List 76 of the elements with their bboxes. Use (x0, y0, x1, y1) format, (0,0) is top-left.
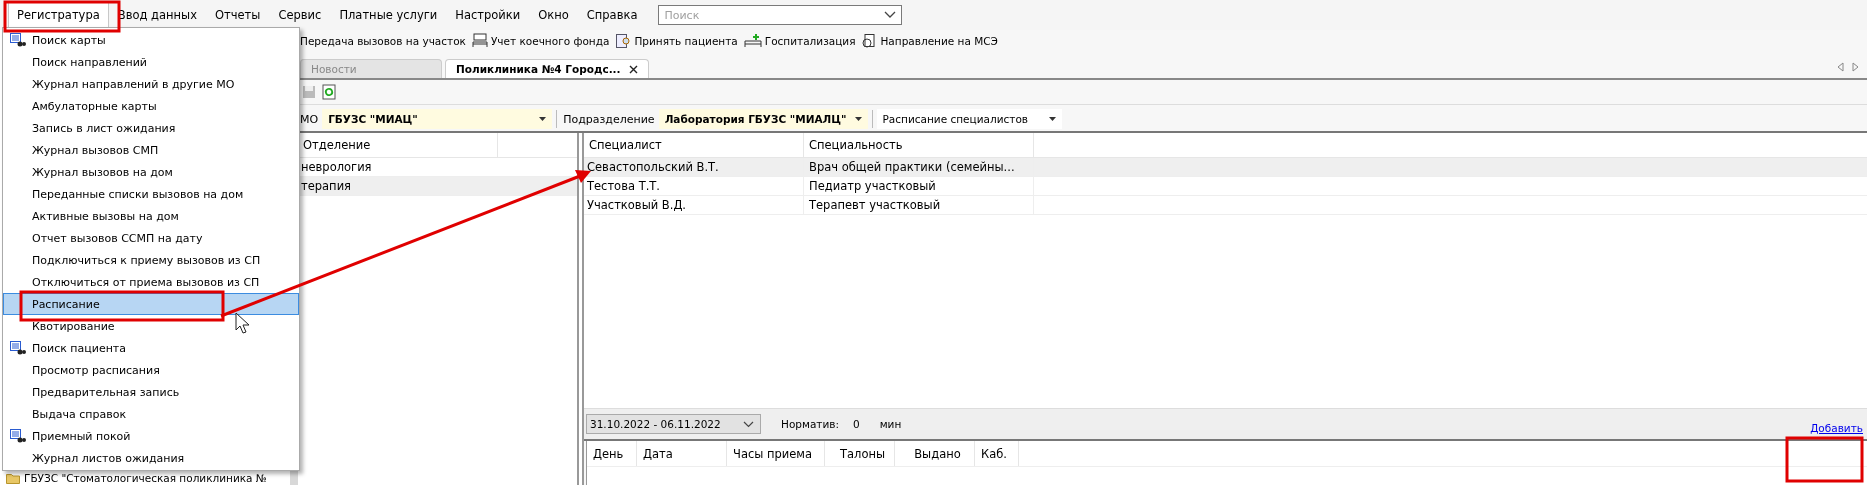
menu-item[interactable]: Поиск пациента (3, 337, 299, 359)
toolbar-button[interactable]: Госпитализация (743, 33, 856, 49)
menu-item[interactable]: Запись в лист ожидания (3, 117, 299, 139)
document-search-icon (615, 33, 632, 49)
menu-item[interactable]: Отчет вызовов ССМП на дату (3, 227, 299, 249)
unit-dropdown[interactable]: Лаборатория ГБУЗС "МИАЛЦ" (658, 109, 868, 129)
table-cell[interactable]: Участковый В.Д. (584, 196, 804, 214)
menu-item[interactable]: Справка (577, 2, 647, 28)
add-link[interactable]: Добавить (1810, 422, 1863, 434)
menu-item[interactable]: Просмотр расписания (3, 359, 299, 381)
scroll-right-icon[interactable] (1852, 62, 1859, 72)
column-header: Дата (637, 441, 727, 466)
bed-plus-icon (743, 33, 762, 49)
scroll-left-icon[interactable] (1837, 62, 1844, 72)
caret-icon (1048, 117, 1056, 121)
menu-item[interactable]: Журнал направлений в другие МО (3, 73, 299, 95)
filter-label: МО (299, 112, 319, 126)
column-header: Каб. (975, 441, 1019, 466)
menu-item[interactable]: Регистратура (8, 2, 109, 28)
menu-item[interactable]: Амбулаторные карты (3, 95, 299, 117)
table-cell[interactable]: Терапевт участковый (804, 196, 1034, 214)
column-header: День (587, 441, 637, 466)
menu-item[interactable]: Платные услуги (330, 2, 447, 28)
menu-item[interactable]: Журнал вызовов на дом (3, 161, 299, 183)
table-cell[interactable]: Врач общей практики (семейны... (804, 158, 1034, 176)
menu-item[interactable]: Предварительная запись (3, 381, 299, 403)
filter-label: Подразделение (562, 112, 655, 126)
document-icon (861, 33, 878, 49)
save-icon[interactable] (302, 85, 316, 99)
menu-item[interactable]: Приемный покой (3, 425, 299, 447)
menu-item[interactable]: Отчеты (206, 2, 270, 28)
table-row[interactable]: терапия (298, 177, 577, 196)
chevron-down-icon (884, 11, 897, 19)
menu-item[interactable]: Активные вызовы на дом (3, 205, 299, 227)
menu-item[interactable]: Выдача справок (3, 403, 299, 425)
column-header: Выдано (895, 441, 975, 466)
menu-item[interactable]: Расписание (3, 293, 299, 315)
tab[interactable]: Поликлиника №4 Городс... (445, 59, 649, 78)
bed-icon (471, 33, 488, 49)
tree-item[interactable]: ГБУЗС "Стоматологическая поликлиника № (24, 472, 267, 484)
toolbar-button[interactable]: Направление на МСЭ (861, 33, 998, 49)
menu-item[interactable]: Журнал вызовов СМП (3, 139, 299, 161)
mouse-cursor-icon (235, 312, 250, 334)
column-header: Специальность (804, 133, 1034, 157)
menu-item[interactable]: Поиск направлений (3, 51, 299, 73)
search-list-icon (10, 428, 26, 444)
organization-dropdown[interactable]: ГБУЗС "МИАЦ" (322, 109, 553, 129)
menu-item[interactable]: Подключиться к приему вызовов из СП (3, 249, 299, 271)
search-field[interactable]: Поиск (658, 5, 903, 25)
norm-value: 0 (853, 418, 860, 430)
period-dropdown[interactable]: 31.10.2022 - 06.11.2022 (586, 414, 761, 434)
norm-label: Норматив: (781, 418, 839, 430)
search-list-icon (10, 32, 26, 48)
column-header: Специалист (584, 133, 804, 157)
menu-item[interactable]: Переданные списки вызовов на дом (3, 183, 299, 205)
chevron-down-icon (743, 420, 754, 428)
toolbar-button[interactable]: Учет коечного фонда (471, 33, 610, 49)
menu-item[interactable]: Поиск карты (3, 29, 299, 51)
mode-dropdown[interactable]: Расписание специалистов (876, 109, 1062, 129)
caret-icon (854, 117, 862, 121)
menu-item[interactable]: Окно (529, 2, 578, 28)
close-icon[interactable] (628, 64, 638, 74)
caret-icon (539, 117, 547, 121)
menu-item[interactable]: Журнал листов ожидания (3, 447, 299, 469)
menu-item[interactable]: Квотирование (3, 315, 299, 337)
refresh-icon[interactable] (322, 84, 336, 100)
table-cell[interactable]: Педиатр участковый (804, 177, 1034, 195)
column-header: Талоны (825, 441, 895, 466)
column-header: Часы приема (727, 441, 825, 466)
menu-item[interactable]: Отключиться от приема вызовов из СП (3, 271, 299, 293)
toolbar-button[interactable]: Передача вызовов на участок (300, 35, 466, 47)
search-list-icon (10, 340, 26, 356)
norm-unit: мин (879, 418, 902, 430)
toolbar-button[interactable]: Принять пациента (615, 33, 738, 49)
menu-item[interactable]: Сервис (269, 2, 331, 28)
menu-item[interactable]: Настройки (446, 2, 530, 28)
